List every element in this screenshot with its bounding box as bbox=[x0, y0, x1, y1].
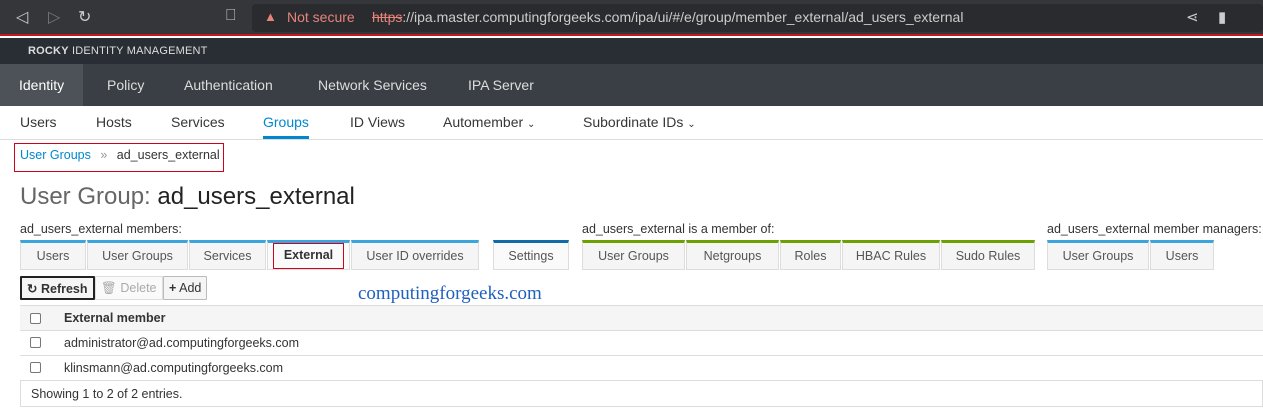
column-header-external-member: External member bbox=[64, 311, 166, 325]
url-scheme: https bbox=[372, 9, 403, 25]
tab-sudo-rules[interactable]: Sudo Rules bbox=[941, 240, 1035, 270]
table-row: administrator@ad.computingforgeeks.com bbox=[20, 331, 1263, 356]
chevron-down-icon: ⌄ bbox=[527, 119, 536, 130]
entries-count: Showing 1 to 2 of 2 entries. bbox=[31, 387, 183, 401]
tab-user-id-overrides[interactable]: User ID overrides bbox=[351, 240, 479, 270]
subnav-hosts[interactable]: Hosts bbox=[96, 106, 132, 139]
forward-icon[interactable]: ▷ bbox=[48, 7, 60, 27]
address-bar[interactable]: ▲ Not secure https://ipa.master.computin… bbox=[252, 4, 1263, 32]
table-row: klinsmann@ad.computingforgeeks.com bbox=[20, 356, 1263, 381]
browser-toolbar: ◁ ▷ ↻ ⎕ ▲ Not secure https://ipa.master.… bbox=[0, 0, 1263, 36]
tab-user-groups[interactable]: User Groups bbox=[87, 240, 188, 270]
reload-icon[interactable]: ↻ bbox=[78, 7, 91, 27]
automember-label: Automember bbox=[443, 114, 524, 130]
external-member-cell: klinsmann@ad.computingforgeeks.com bbox=[64, 361, 284, 375]
delete-button[interactable]: 🗑 Delete bbox=[95, 276, 163, 300]
chevron-down-icon: ⌄ bbox=[687, 119, 696, 130]
watermark: computingforgeeks.com bbox=[358, 283, 542, 304]
tab-hbac-rules[interactable]: HBAC Rules bbox=[842, 240, 940, 270]
plus-icon: + bbox=[169, 281, 177, 295]
external-member-cell: administrator@ad.computingforgeeks.com bbox=[64, 336, 300, 350]
subnav-users[interactable]: Users bbox=[20, 106, 57, 139]
add-label: Add bbox=[179, 281, 202, 295]
brand-logo: ROCKY IDENTITY MANAGEMENT bbox=[0, 38, 1263, 64]
table-header: External member bbox=[20, 305, 1263, 331]
row-checkbox[interactable] bbox=[30, 337, 41, 348]
select-all-checkbox[interactable] bbox=[30, 313, 41, 324]
tab-netgroups[interactable]: Netgroups bbox=[686, 240, 779, 270]
nav-network-services[interactable]: Network Services bbox=[299, 64, 446, 106]
refresh-button[interactable]: ↻ Refresh bbox=[20, 276, 95, 300]
back-icon[interactable]: ◁ bbox=[16, 7, 28, 27]
members-label: ad_users_external members: bbox=[20, 222, 182, 236]
bookmark-icon[interactable]: ⎕ bbox=[226, 7, 236, 25]
page-title: User Group: ad_users_external bbox=[20, 183, 355, 211]
extension-icon[interactable]: ▮ bbox=[1218, 8, 1226, 26]
subnav-groups[interactable]: Groups bbox=[263, 106, 309, 139]
title-prefix: User Group: bbox=[20, 183, 158, 210]
brand-bold: ROCKY bbox=[28, 45, 69, 57]
tab-manager-user-groups[interactable]: User Groups bbox=[1047, 240, 1149, 270]
nav-policy[interactable]: Policy bbox=[88, 64, 163, 106]
subnav-subordinate-ids[interactable]: Subordinate IDs ⌄ bbox=[583, 106, 696, 139]
nav-identity[interactable]: Identity bbox=[0, 64, 84, 106]
breadcrumb-current: ad_users_external bbox=[116, 148, 220, 162]
subnav-services[interactable]: Services bbox=[171, 106, 225, 139]
breadcrumb-user-groups[interactable]: User Groups bbox=[20, 148, 91, 162]
member-of-label: ad_users_external is a member of: bbox=[582, 222, 775, 236]
tab-users[interactable]: Users bbox=[20, 240, 86, 270]
delete-label: Delete bbox=[120, 281, 157, 295]
trash-icon: 🗑 bbox=[101, 281, 117, 295]
tab-manager-users[interactable]: Users bbox=[1150, 240, 1214, 270]
tab-member-of-user-groups[interactable]: User Groups bbox=[582, 240, 685, 270]
secondary-nav: Users Hosts Services Groups ID Views Aut… bbox=[0, 106, 1263, 140]
tab-roles[interactable]: Roles bbox=[780, 240, 841, 270]
tab-external[interactable]: External bbox=[267, 240, 350, 270]
subordinate-ids-label: Subordinate IDs bbox=[583, 114, 684, 130]
security-label: Not secure bbox=[287, 9, 355, 25]
subnav-automember[interactable]: Automember ⌄ bbox=[443, 106, 535, 139]
share-icon[interactable]: ⋖ bbox=[1186, 8, 1199, 26]
url-text: https://ipa.master.computingforgeeks.com… bbox=[372, 9, 963, 25]
refresh-label: Refresh bbox=[40, 282, 88, 296]
breadcrumb-separator: » bbox=[100, 148, 108, 162]
tab-external-label: External bbox=[273, 243, 344, 269]
warning-icon: ▲ bbox=[264, 9, 277, 24]
breadcrumb: User Groups » ad_users_external bbox=[14, 143, 224, 172]
url-rest: ://ipa.master.computingforgeeks.com/ipa/… bbox=[402, 9, 964, 25]
nav-authentication[interactable]: Authentication bbox=[165, 64, 292, 106]
add-button[interactable]: + Add bbox=[163, 276, 208, 300]
nav-ipa-server[interactable]: IPA Server bbox=[449, 64, 553, 106]
title-name: ad_users_external bbox=[157, 183, 355, 210]
managers-label: ad_users_external member managers: bbox=[1047, 222, 1262, 236]
refresh-icon: ↻ bbox=[27, 282, 38, 296]
primary-nav: Identity Policy Authentication Network S… bbox=[0, 64, 1263, 106]
table-footer: Showing 1 to 2 of 2 entries. bbox=[20, 381, 1263, 407]
row-checkbox[interactable] bbox=[30, 362, 41, 373]
tab-settings[interactable]: Settings bbox=[493, 240, 569, 270]
tab-services[interactable]: Services bbox=[189, 240, 266, 270]
brand-rest: IDENTITY MANAGEMENT bbox=[68, 45, 208, 57]
subnav-id-views[interactable]: ID Views bbox=[350, 106, 405, 139]
